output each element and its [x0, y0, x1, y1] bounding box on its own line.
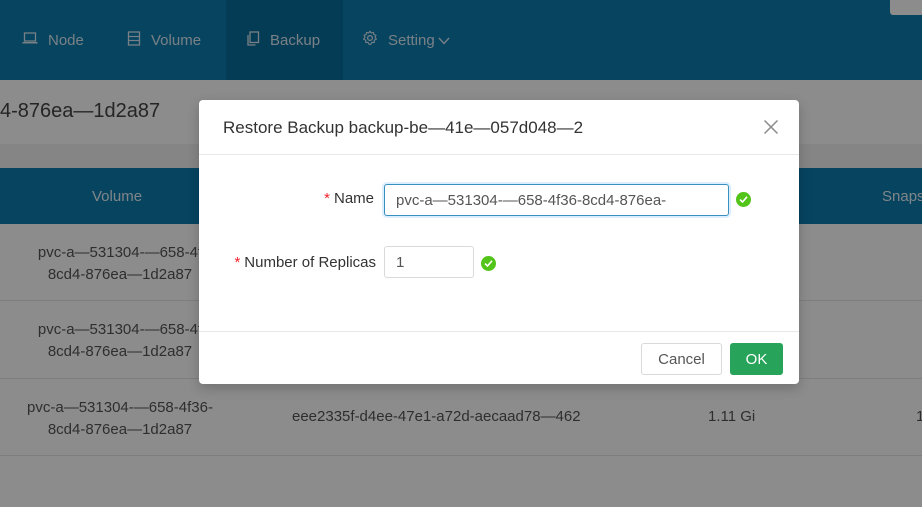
- dialog-header: Restore Backup backup-be—41e—057d048—2: [199, 100, 799, 155]
- check-circle-icon: [481, 256, 496, 271]
- close-button[interactable]: [761, 117, 781, 137]
- restore-backup-dialog: Restore Backup backup-be—41e—057d048—2 *…: [199, 100, 799, 384]
- replicas-input[interactable]: [384, 246, 474, 278]
- check-circle-icon: [736, 192, 751, 207]
- cancel-button[interactable]: Cancel: [641, 343, 722, 375]
- name-label-text: Name: [333, 190, 374, 207]
- close-icon: [761, 119, 781, 141]
- name-input[interactable]: [384, 184, 729, 216]
- dialog-title: Restore Backup backup-be—41e—057d048—2: [223, 118, 584, 137]
- replicas-label-text: Number of Replicas: [244, 254, 376, 271]
- dialog-footer: Cancel OK: [199, 331, 799, 384]
- required-mark: *: [234, 254, 241, 271]
- replicas-label: * Number of Replicas: [221, 254, 376, 271]
- ok-button[interactable]: OK: [730, 343, 783, 375]
- required-mark: *: [324, 190, 330, 207]
- name-label: * Name: [319, 190, 374, 207]
